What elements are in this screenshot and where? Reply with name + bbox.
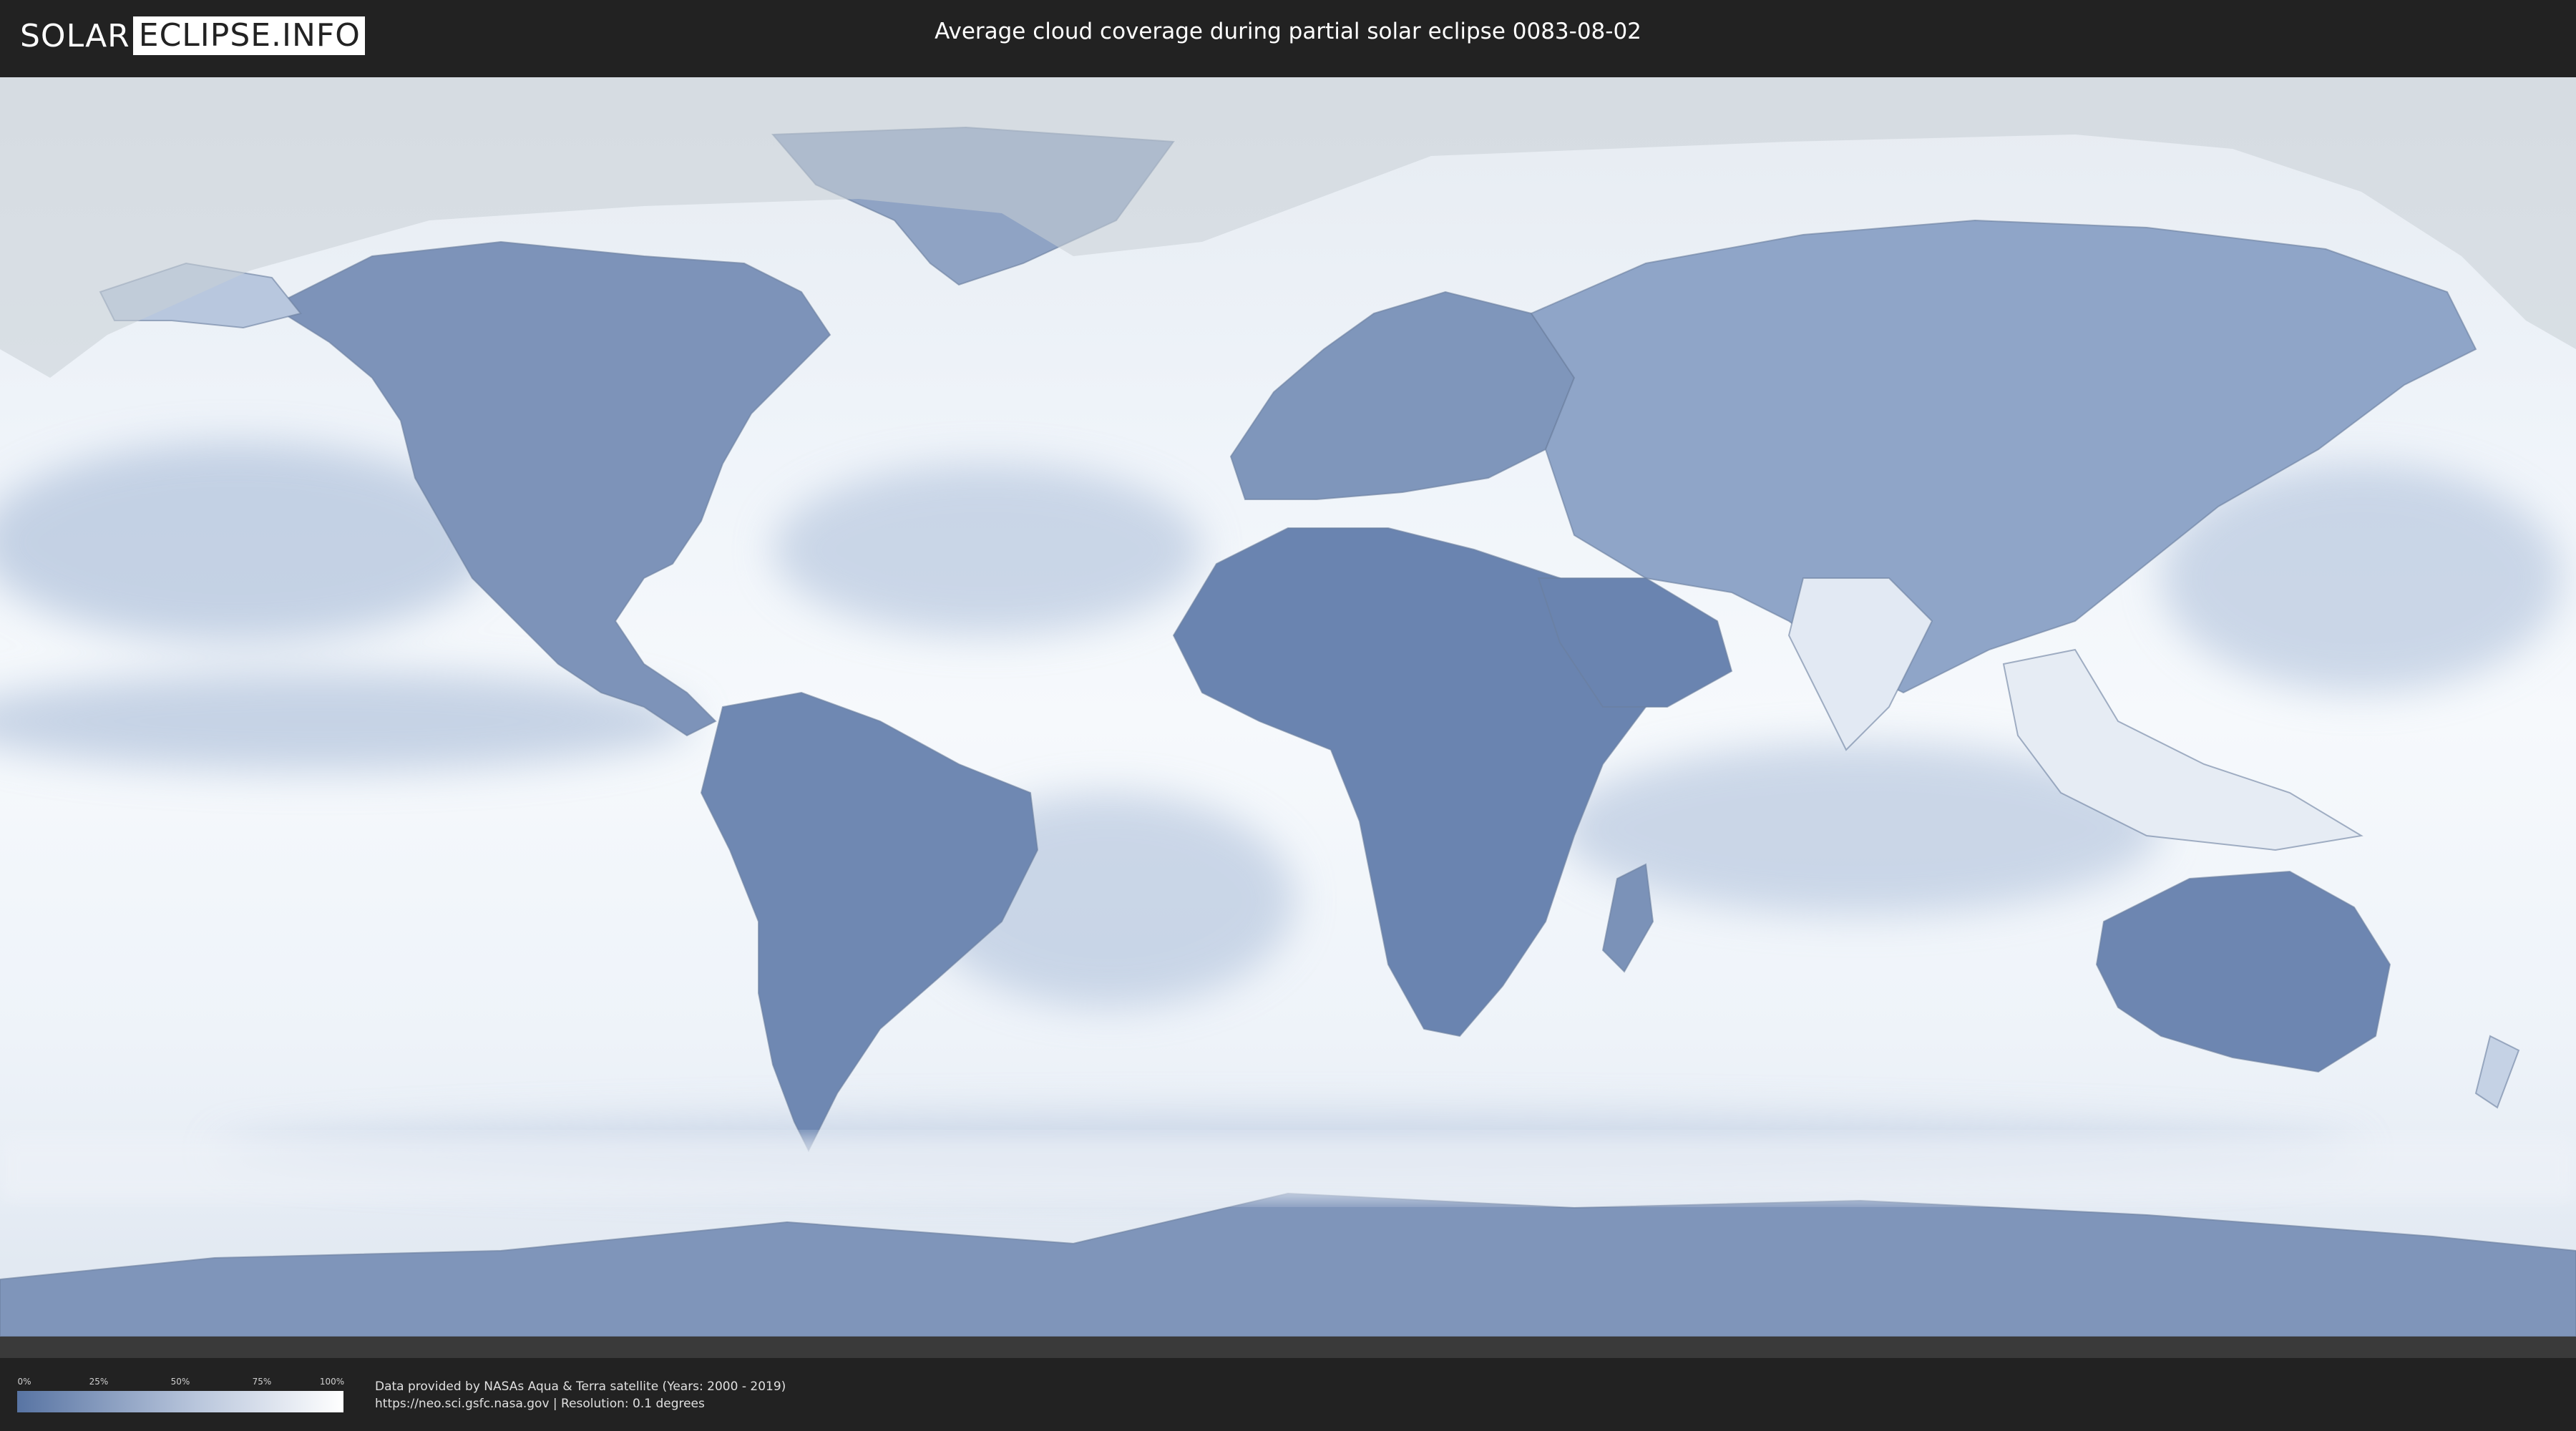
cloud-coverage-map (0, 77, 2576, 1358)
footer-bar: 0% 25% 50% 75% 100% Data provided by NAS… (0, 1358, 2576, 1431)
legend-tick-0: 0% (17, 1377, 31, 1387)
world-map-svg (0, 77, 2576, 1358)
legend-tick-100: 100% (319, 1377, 345, 1387)
cloud-coverage-legend-bar (17, 1391, 343, 1412)
header-bar: SOLAR ECLIPSE.INFO Average cloud coverag… (0, 0, 2576, 72)
legend-tick-25: 25% (89, 1377, 109, 1387)
data-credit-line1: Data provided by NASAs Aqua & Terra sate… (375, 1379, 786, 1394)
north-atlantic-band (773, 464, 1202, 635)
legend-tick-75: 75% (252, 1377, 272, 1387)
map-bottom-strip (0, 1337, 2576, 1358)
page-title: Average cloud coverage during partial so… (935, 19, 1641, 44)
antarctic-coast-cloud (0, 1136, 2576, 1201)
data-credit-line2: https://neo.sci.gsfc.nasa.gov | Resoluti… (375, 1397, 705, 1411)
legend-tick-50: 50% (170, 1377, 190, 1387)
